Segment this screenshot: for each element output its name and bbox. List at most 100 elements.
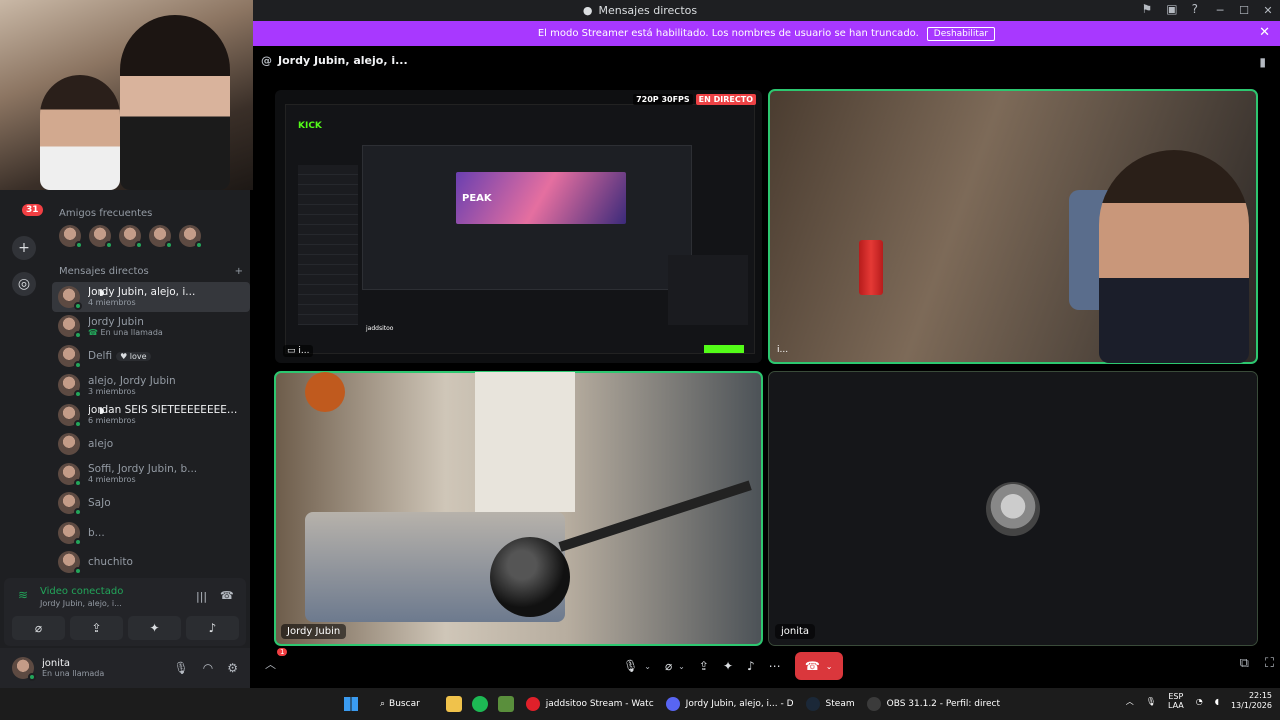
gear-icon[interactable]: ⚙ — [227, 661, 238, 675]
webcam-person-left — [40, 75, 120, 190]
chevron-down-icon[interactable]: ⌄ — [678, 662, 685, 671]
opera-icon — [525, 697, 540, 711]
close-icon[interactable]: ✕ — [1259, 25, 1270, 40]
list-item[interactable]: Jordy Jubin ☎ En una llamada — [52, 312, 250, 342]
chevron-up-icon[interactable]: ︿ — [1126, 696, 1134, 707]
microphone-icon[interactable]: 🎙 — [1146, 697, 1156, 706]
list-item[interactable]: alejo — [52, 430, 250, 460]
stream-badges: 720P 30FPS EN DIRECTO — [633, 94, 756, 105]
fullscreen-icon[interactable]: ⛶ — [1265, 656, 1274, 671]
windows-start-icon[interactable] — [344, 697, 358, 711]
microphone-icon[interactable]: 🎙 — [623, 659, 638, 673]
frequent-friends-avatars — [52, 219, 250, 253]
file-explorer-icon[interactable] — [445, 696, 462, 712]
soundboard-button[interactable]: ♪ — [186, 616, 239, 640]
webcam-person-right — [120, 15, 230, 190]
status-badge: ♥ love — [116, 351, 151, 361]
wifi-icon[interactable]: ◔ — [1196, 697, 1203, 706]
call-area: El modo Streamer está habilitado. Los no… — [253, 21, 1280, 688]
avatar — [58, 374, 82, 399]
discover-icon[interactable]: ◎ — [12, 272, 36, 296]
minecraft-icon[interactable] — [497, 696, 514, 712]
avatar[interactable] — [149, 225, 173, 249]
list-item[interactable]: alejo, Jordy Jubin 3 miembros — [52, 371, 250, 401]
volume-icon[interactable]: ◖ — [1215, 697, 1219, 706]
taskbar-task[interactable]: Steam — [805, 697, 855, 711]
avatar[interactable] — [59, 225, 83, 249]
add-server-icon[interactable]: + — [12, 236, 36, 260]
close-window-button[interactable]: ✕ — [1256, 4, 1280, 17]
list-item[interactable]: jordan SEIS SIETEEEEEEEE, T... 6 miembros — [52, 400, 250, 430]
search-icon: ⌕ — [380, 699, 386, 709]
popout-icon[interactable]: ⧉ — [1240, 656, 1249, 671]
chevron-up-icon[interactable]: ︿ 1 — [265, 648, 288, 672]
avatar — [58, 315, 82, 340]
obs-icon — [866, 697, 881, 711]
pin-icon[interactable]: ▮ — [1259, 55, 1266, 69]
user-panel: jonita En una llamada 🎙 ◠ ⚙ — [0, 648, 250, 688]
share-screen-button[interactable]: ⇪ — [70, 616, 123, 640]
chevron-down-icon[interactable]: ⌄ — [644, 662, 651, 671]
screen-icon: ▭ — [287, 346, 296, 356]
screen-icon[interactable]: ▣ — [1166, 2, 1177, 16]
screen-share-tile[interactable]: KICK PEAK jaddsitoo 720P 30FPS EN DIRECT… — [275, 90, 762, 363]
activities-button[interactable]: ✦ — [128, 616, 181, 640]
camera-off-icon[interactable]: ⌀ — [665, 659, 672, 673]
soundboard-icon[interactable]: ♪ — [747, 659, 755, 673]
taskbar: ⌕ Buscar jaddsitoo Stream - Watc Jordy J… — [0, 688, 1280, 720]
disable-streamer-button[interactable]: Deshabilitar — [926, 26, 996, 41]
voice-connection-panel: ≋ Video conectado Jordy Jubin, alejo, i.… — [4, 578, 246, 646]
participant-person — [1099, 150, 1249, 363]
avatar[interactable] — [12, 657, 36, 681]
avatar — [58, 521, 82, 546]
list-item[interactable]: Soffi, Jordy Jubin, b... 4 miembros — [52, 459, 250, 489]
language-indicator[interactable]: ESP LAA — [1168, 692, 1184, 711]
call-controls: ︿ 1 🎙 ⌄ ⌀ ⌄ ⇪ ✦ ♪ ⋯ ☎ ⌄ ⧉ ⛶ — [253, 648, 1280, 688]
chevron-down-icon[interactable]: ⌄ — [826, 662, 833, 671]
list-item[interactable]: chuchito — [52, 548, 250, 578]
participant-name: Jordy Jubin — [281, 624, 347, 639]
camera-off-button[interactable]: ⌀ — [12, 616, 65, 640]
steam-icon — [805, 697, 820, 711]
taskbar-task[interactable]: Jordy Jubin, alejo, i... - D — [665, 697, 794, 711]
list-item[interactable]: b... — [52, 518, 250, 548]
streamer-mode-banner: El modo Streamer está habilitado. Los no… — [253, 21, 1280, 46]
help-icon[interactable]: ? — [1192, 2, 1198, 16]
minimize-button[interactable]: ─ — [1208, 4, 1232, 17]
at-icon: @ — [261, 54, 272, 67]
avatar[interactable] — [119, 225, 143, 249]
noise-suppression-icon[interactable]: ||| — [196, 590, 207, 603]
list-item[interactable]: Jordy Jubin, alejo, i... 4 miembros — [52, 282, 250, 312]
avatar[interactable] — [89, 225, 113, 249]
microphone-icon[interactable]: 🎙 — [174, 661, 189, 675]
activities-icon[interactable]: ✦ — [723, 659, 733, 673]
guitar-object — [305, 372, 345, 412]
avatar[interactable] — [179, 225, 203, 249]
window-title: ● Mensajes directos — [582, 4, 698, 17]
system-tray: ︿ 🎙 ESP LAA ◔ ◖ 22:15 13/1/2026 — [1126, 691, 1272, 712]
list-item[interactable]: Delfi ♥ love — [52, 341, 250, 371]
video-tile[interactable]: i... — [768, 89, 1258, 364]
spotify-icon[interactable] — [471, 696, 488, 712]
taskbar-task[interactable]: jaddsitoo Stream - Watc — [525, 697, 654, 711]
taskbar-task[interactable]: OBS 31.1.2 - Perfil: direct — [866, 697, 1000, 711]
share-screen-icon[interactable]: ⇪ — [699, 659, 709, 673]
avatar — [58, 403, 82, 428]
list-item[interactable]: SaJo — [52, 489, 250, 519]
disconnect-icon[interactable]: ☎ — [220, 589, 234, 602]
add-dm-icon[interactable]: + — [235, 266, 243, 277]
discord-icon — [665, 697, 680, 711]
clock[interactable]: 22:15 13/1/2026 — [1231, 691, 1272, 712]
avatar — [986, 481, 1040, 536]
frequent-friends-title: Amigos frecuentes — [59, 208, 153, 219]
hang-up-button[interactable]: ☎ ⌄ — [794, 652, 843, 680]
frequent-friends: Amigos frecuentes — [52, 208, 250, 253]
kick-accept-button — [704, 345, 744, 353]
more-icon[interactable]: ⋯ — [769, 659, 781, 673]
taskbar-search[interactable]: ⌕ Buscar — [380, 699, 420, 709]
headphones-icon[interactable]: ◠ — [203, 661, 213, 675]
maximize-button[interactable]: ☐ — [1232, 4, 1256, 17]
video-tile[interactable]: Jordy Jubin — [274, 371, 763, 646]
video-tile[interactable]: jonita — [768, 371, 1258, 646]
inbox-icon[interactable]: ⚑ — [1142, 2, 1153, 16]
